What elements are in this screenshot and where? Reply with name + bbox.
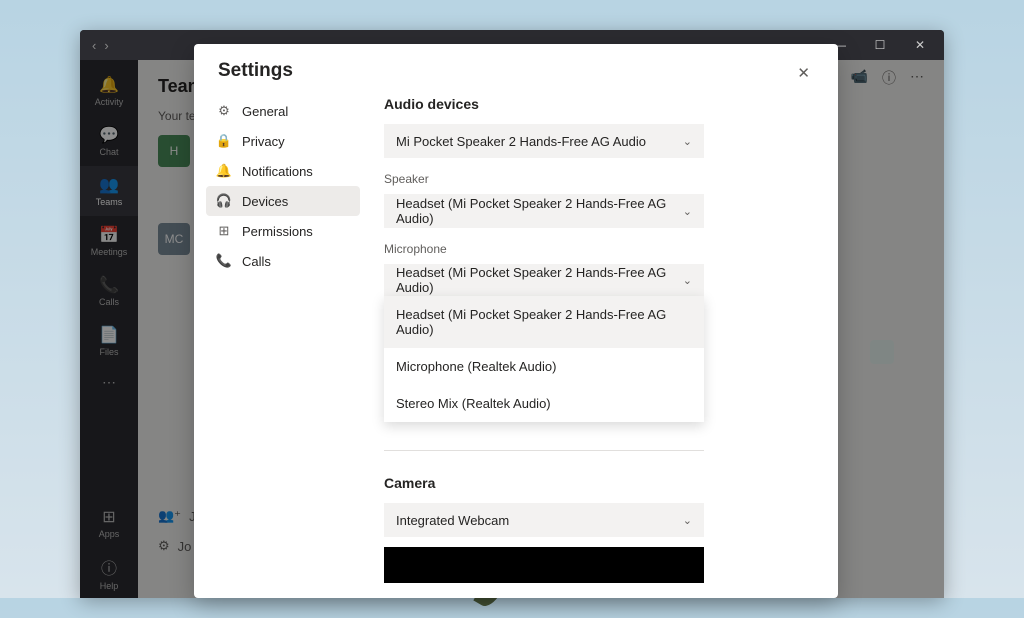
chevron-down-icon: ⌄ (683, 514, 692, 527)
chevron-down-icon: ⌄ (683, 274, 692, 287)
camera-preview (384, 547, 704, 583)
speaker-dropdown[interactable]: Headset (Mi Pocket Speaker 2 Hands-Free … (384, 194, 704, 228)
camera-value: Integrated Webcam (396, 513, 509, 528)
microphone-option[interactable]: Microphone (Realtek Audio) (384, 348, 704, 385)
speaker-value: Headset (Mi Pocket Speaker 2 Hands-Free … (396, 196, 683, 226)
nav-item-privacy[interactable]: 🔒Privacy (206, 126, 360, 156)
window-maximize-button[interactable]: ☐ (860, 30, 900, 60)
settings-nav: ⚙General 🔒Privacy 🔔Notifications 🎧Device… (194, 96, 372, 598)
settings-modal: Settings ✕ ⚙General 🔒Privacy 🔔Notificati… (194, 44, 838, 598)
audio-devices-value: Mi Pocket Speaker 2 Hands-Free AG Audio (396, 134, 646, 149)
settings-title: Settings (218, 60, 293, 82)
window-close-button[interactable]: ✕ (900, 30, 940, 60)
camera-heading: Camera (384, 475, 794, 491)
close-button[interactable]: ✕ (793, 60, 814, 86)
nav-item-general[interactable]: ⚙General (206, 96, 360, 126)
gear-icon: ⚙ (216, 103, 232, 119)
chevron-down-icon: ⌄ (683, 205, 692, 218)
microphone-dropdown[interactable]: Headset (Mi Pocket Speaker 2 Hands-Free … (384, 264, 704, 298)
phone-icon: 📞 (216, 253, 232, 269)
settings-content: Audio devices Mi Pocket Speaker 2 Hands-… (372, 96, 838, 598)
nav-forward-button[interactable]: › (104, 38, 108, 53)
nav-back-button[interactable]: ‹ (92, 38, 96, 53)
microphone-value: Headset (Mi Pocket Speaker 2 Hands-Free … (396, 265, 683, 295)
audio-devices-dropdown[interactable]: Mi Pocket Speaker 2 Hands-Free AG Audio … (384, 124, 704, 158)
nav-item-calls[interactable]: 📞Calls (206, 246, 360, 276)
lock-icon: 🔒 (216, 133, 232, 149)
headset-icon: 🎧 (216, 193, 232, 209)
nav-item-notifications[interactable]: 🔔Notifications (206, 156, 360, 186)
nav-item-permissions[interactable]: ⊞Permissions (206, 216, 360, 246)
chevron-down-icon: ⌄ (683, 135, 692, 148)
bell-icon: 🔔 (216, 163, 232, 179)
nav-item-devices[interactable]: 🎧Devices (206, 186, 360, 216)
audio-devices-heading: Audio devices (384, 96, 794, 112)
grid-icon: ⊞ (216, 223, 232, 239)
microphone-dropdown-menu: Headset (Mi Pocket Speaker 2 Hands-Free … (384, 296, 704, 422)
speaker-label: Speaker (384, 172, 794, 186)
section-divider (384, 450, 704, 451)
microphone-label: Microphone (384, 242, 794, 256)
microphone-option[interactable]: Stereo Mix (Realtek Audio) (384, 385, 704, 422)
camera-dropdown[interactable]: Integrated Webcam ⌄ (384, 503, 704, 537)
microphone-option[interactable]: Headset (Mi Pocket Speaker 2 Hands-Free … (384, 296, 704, 348)
